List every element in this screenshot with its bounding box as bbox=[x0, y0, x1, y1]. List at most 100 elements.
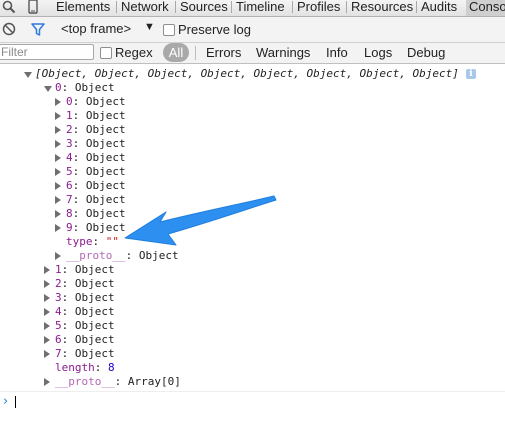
triangle-right-icon[interactable] bbox=[55, 224, 61, 232]
property-key: 1 bbox=[66, 109, 73, 122]
filter-funnel-icon[interactable] bbox=[31, 23, 45, 36]
triangle-right-icon[interactable] bbox=[55, 252, 61, 260]
property-key: 0 bbox=[66, 95, 73, 108]
info-icon[interactable]: i bbox=[466, 69, 476, 79]
preserve-log-label[interactable]: Preserve log bbox=[178, 22, 251, 37]
level-all-button[interactable]: All bbox=[163, 43, 189, 62]
search-icon[interactable] bbox=[2, 0, 16, 16]
triangle-right-icon[interactable] bbox=[44, 308, 50, 316]
property-value: Object bbox=[85, 179, 126, 192]
property-value: Object bbox=[85, 221, 126, 234]
property-key: type bbox=[66, 235, 93, 248]
property-value: Object bbox=[85, 137, 126, 150]
text-caret bbox=[15, 396, 16, 408]
string-value: "" bbox=[105, 235, 119, 248]
triangle-right-icon[interactable] bbox=[44, 322, 50, 330]
property-key: __proto__ bbox=[66, 249, 126, 262]
tab-elements[interactable]: Elements bbox=[56, 0, 110, 16]
tab-profiles[interactable]: Profiles bbox=[291, 0, 340, 16]
prompt-chevron-icon: › bbox=[3, 394, 9, 409]
triangle-right-icon[interactable] bbox=[55, 210, 61, 218]
regex-checkbox[interactable] bbox=[100, 47, 112, 59]
triangle-right-icon[interactable] bbox=[55, 112, 61, 120]
property-key: length bbox=[55, 361, 95, 374]
triangle-right-icon[interactable] bbox=[44, 266, 50, 274]
triangle-right-icon[interactable] bbox=[44, 280, 50, 288]
level-debug[interactable]: Debug bbox=[407, 45, 445, 60]
triangle-right-icon[interactable] bbox=[55, 182, 61, 190]
console-prompt[interactable]: › bbox=[0, 391, 505, 412]
triangle-right-icon[interactable] bbox=[55, 154, 61, 162]
triangle-right-icon[interactable] bbox=[55, 168, 61, 176]
property-value: Object bbox=[74, 291, 115, 304]
property-value: Object bbox=[74, 305, 115, 318]
triangle-right-icon[interactable] bbox=[55, 196, 61, 204]
property-key: __proto__ bbox=[55, 375, 115, 388]
triangle-down-icon[interactable] bbox=[24, 72, 32, 78]
array-summary: [Object, Object, Object, Object, Object,… bbox=[35, 67, 459, 80]
property-value: Object bbox=[74, 319, 115, 332]
property-key: 8 bbox=[66, 207, 73, 220]
tab-resources[interactable]: Resources bbox=[345, 0, 413, 16]
property-value: Object bbox=[85, 207, 126, 220]
tab-console[interactable]: Conso bbox=[466, 0, 505, 16]
triangle-right-icon[interactable] bbox=[44, 294, 50, 302]
property-value: Object bbox=[85, 151, 126, 164]
property-value: Object bbox=[85, 193, 126, 206]
property-key: 4 bbox=[66, 151, 73, 164]
triangle-right-icon[interactable] bbox=[55, 98, 61, 106]
property-value: Object bbox=[74, 333, 115, 346]
tab-timeline[interactable]: Timeline bbox=[231, 0, 285, 16]
level-errors[interactable]: Errors bbox=[206, 45, 241, 60]
triangle-right-icon[interactable] bbox=[44, 336, 50, 344]
frame-dropdown-arrow-icon[interactable]: ▼ bbox=[144, 21, 155, 33]
mobile-device-icon[interactable] bbox=[27, 0, 39, 16]
triangle-down-icon[interactable] bbox=[44, 86, 52, 92]
property-key: 9 bbox=[66, 221, 73, 234]
filter-bar: Regex All Errors Warnings Info Logs Debu… bbox=[0, 43, 505, 64]
property-value: Object bbox=[74, 263, 115, 276]
level-logs[interactable]: Logs bbox=[364, 45, 392, 60]
frame-selector[interactable]: <top frame> bbox=[61, 21, 131, 36]
type-property-row: type: "" bbox=[66, 235, 119, 248]
property-value: Array[0] bbox=[127, 375, 181, 388]
property-value: Object bbox=[74, 347, 115, 360]
property-key: 5 bbox=[66, 165, 73, 178]
clear-console-icon[interactable] bbox=[2, 22, 16, 36]
triangle-right-icon[interactable] bbox=[55, 126, 61, 134]
level-divider bbox=[195, 46, 196, 60]
property-key: 3 bbox=[55, 291, 62, 304]
triangle-right-icon[interactable] bbox=[44, 350, 50, 358]
property-key: 3 bbox=[66, 137, 73, 150]
property-key: 7 bbox=[66, 193, 73, 206]
tab-audits[interactable]: Audits bbox=[415, 0, 457, 16]
property-key: 2 bbox=[66, 123, 73, 136]
property-value: Object bbox=[138, 249, 179, 262]
property-value: Object bbox=[74, 277, 115, 290]
property-value: Object bbox=[85, 95, 126, 108]
property-key: 1 bbox=[55, 263, 62, 276]
tab-network[interactable]: Network bbox=[116, 0, 169, 16]
length-row: length: 8 bbox=[55, 361, 115, 374]
property-key: 0 bbox=[55, 81, 62, 94]
property-key: 7 bbox=[55, 347, 62, 360]
level-info[interactable]: Info bbox=[326, 45, 348, 60]
preserve-log-checkbox[interactable] bbox=[163, 24, 175, 36]
property-value: Object bbox=[85, 165, 126, 178]
filter-input[interactable] bbox=[0, 44, 94, 60]
triangle-right-icon[interactable] bbox=[55, 140, 61, 148]
devtools-tab-bar: Elements Network Sources Timeline Profil… bbox=[0, 0, 505, 17]
number-value: 8 bbox=[108, 361, 115, 374]
property-key: 4 bbox=[55, 305, 62, 318]
regex-label[interactable]: Regex bbox=[115, 45, 153, 60]
level-warnings[interactable]: Warnings bbox=[256, 45, 310, 60]
property-key: 6 bbox=[66, 179, 73, 192]
property-key: 5 bbox=[55, 319, 62, 332]
property-value: Object bbox=[74, 81, 115, 94]
property-value: Object bbox=[85, 109, 126, 122]
property-key: 2 bbox=[55, 277, 62, 290]
tab-sources[interactable]: Sources bbox=[175, 0, 228, 16]
triangle-right-icon[interactable] bbox=[44, 378, 50, 386]
console-toolbar: <top frame> ▼ Preserve log bbox=[0, 17, 505, 43]
property-key: 6 bbox=[55, 333, 62, 346]
